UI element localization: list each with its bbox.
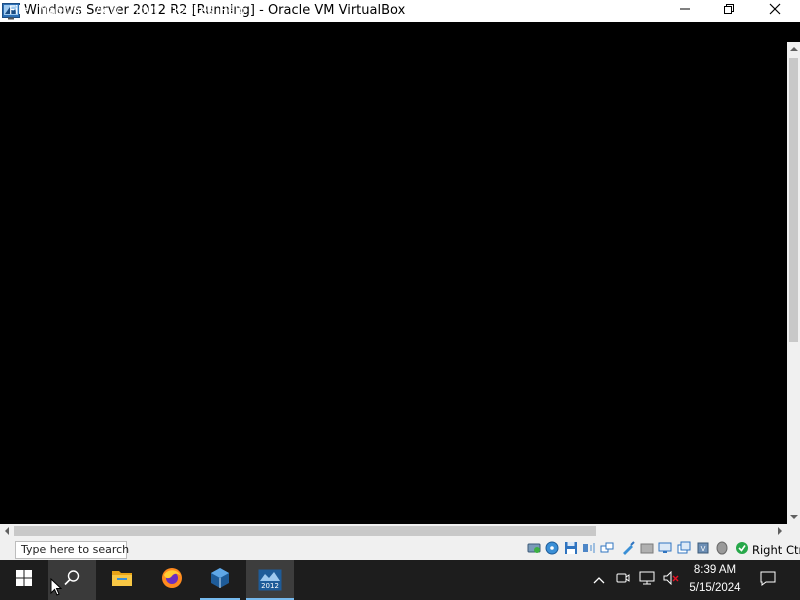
tray-network-button[interactable] <box>636 560 658 600</box>
shared-folders-icon[interactable] <box>640 541 654 555</box>
chevron-up-icon <box>593 571 605 589</box>
close-icon <box>769 2 781 20</box>
menu-help[interactable]: Help <box>219 3 245 17</box>
restore-button[interactable] <box>706 0 752 22</box>
firefox-button[interactable] <box>148 560 196 600</box>
minimize-icon <box>679 2 691 20</box>
clock-time[interactable]: 8:39 AM <box>690 564 740 576</box>
menu-devices[interactable]: Devices <box>168 3 213 17</box>
hard-disk-icon[interactable] <box>527 541 541 555</box>
network-icon[interactable] <box>600 541 614 555</box>
audio-icon[interactable] <box>582 541 596 555</box>
start-button[interactable] <box>0 560 48 600</box>
folder-icon <box>111 568 133 593</box>
host-key-icon[interactable] <box>735 541 749 555</box>
vertical-scrollbar[interactable] <box>787 42 800 524</box>
restore-icon <box>723 2 735 20</box>
scroll-up-arrow-icon[interactable] <box>790 46 798 52</box>
recording-icon[interactable] <box>677 541 691 555</box>
windows-server-2012-icon: 2012 <box>258 569 282 591</box>
menu-machine[interactable]: Machine <box>39 3 87 17</box>
menu-bar <box>0 22 800 42</box>
mouse-cursor-icon <box>50 578 62 596</box>
volume-button[interactable] <box>660 560 682 600</box>
optical-drive-icon[interactable] <box>545 541 559 555</box>
display-icon[interactable] <box>658 541 672 555</box>
menu-view[interactable]: View <box>92 3 119 17</box>
usb-icon[interactable] <box>621 541 635 555</box>
volume-muted-icon <box>663 570 679 590</box>
cpu-icon[interactable]: V <box>696 541 710 555</box>
close-button[interactable] <box>752 0 798 22</box>
search-tooltip: Type here to search <box>15 541 129 559</box>
file-explorer-button[interactable] <box>98 560 146 600</box>
vertical-scroll-thumb[interactable] <box>789 58 798 342</box>
vm-window-button[interactable]: 2012 <box>246 560 294 600</box>
horizontal-scrollbar[interactable] <box>0 524 787 538</box>
virtualbox-icon <box>209 567 231 594</box>
show-hidden-icons-button[interactable] <box>588 560 610 600</box>
vm-display[interactable] <box>0 42 787 524</box>
menu-file[interactable]: File <box>9 3 28 17</box>
notification-icon <box>760 570 776 591</box>
horizontal-scroll-thumb[interactable] <box>14 526 596 536</box>
menu-input[interactable]: Input <box>128 3 158 17</box>
scrollbar-corner <box>787 524 800 538</box>
scroll-right-arrow-icon[interactable] <box>777 527 783 535</box>
search-icon <box>63 569 81 592</box>
vm-icon-label: 2012 <box>261 582 279 590</box>
firefox-icon <box>161 567 183 594</box>
virtualbox-manager-button[interactable] <box>196 560 244 600</box>
notification-center-button[interactable] <box>754 560 782 600</box>
svg-text:V: V <box>701 545 706 553</box>
floppy-icon[interactable] <box>564 541 578 555</box>
scroll-down-arrow-icon[interactable] <box>790 514 798 520</box>
meet-now-icon <box>616 571 630 590</box>
network-icon <box>639 571 655 590</box>
meet-now-button[interactable] <box>612 560 634 600</box>
clock-date[interactable]: 5/15/2024 <box>686 582 744 594</box>
mouse-integration-icon[interactable] <box>715 541 729 555</box>
host-key-label: Right Ctrl <box>752 543 800 557</box>
windows-logo-icon <box>16 569 32 591</box>
minimize-button[interactable] <box>662 0 708 22</box>
scroll-left-arrow-icon[interactable] <box>4 527 10 535</box>
